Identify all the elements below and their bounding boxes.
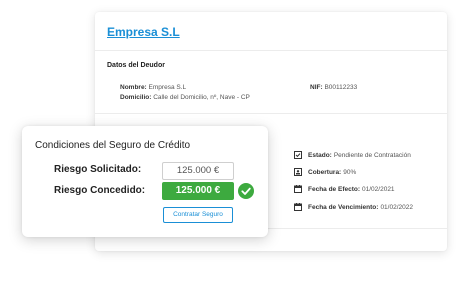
- effect-date-value: 01/02/2021: [362, 185, 395, 193]
- panel-title: Condiciones del Seguro de Crédito: [35, 140, 191, 151]
- company-link[interactable]: Empresa S.L: [107, 25, 180, 39]
- granted-risk-label: Riesgo Concedido:: [54, 185, 146, 196]
- status-item-estado: Estado: Pendiente de Contratación: [294, 151, 411, 159]
- debtor-name: Nombre: Empresa S.L: [120, 84, 186, 91]
- edit-check-icon: [294, 151, 302, 159]
- calendar-icon: [294, 185, 302, 193]
- coverage-value: 90%: [343, 168, 357, 176]
- nif-label: NIF:: [310, 84, 323, 91]
- address-label: Domicilio:: [120, 94, 152, 101]
- nif-value: B00112233: [324, 84, 358, 91]
- insurance-conditions-panel: Condiciones del Seguro de Crédito Riesgo…: [22, 126, 268, 237]
- shield-doc-icon: [294, 168, 302, 176]
- check-circle-icon: [238, 183, 254, 199]
- requested-risk-label: Riesgo Solicitado:: [54, 164, 142, 175]
- effect-date-label: Fecha de Efecto:: [308, 185, 361, 193]
- address-value: Calle del Domicilio, nº, Nave - CP: [153, 94, 250, 101]
- status-value: Pendiente de Contratación: [333, 151, 411, 159]
- name-label: Nombre:: [120, 84, 147, 91]
- expiry-date-value: 01/02/2022: [380, 203, 413, 211]
- status-item-efecto: Fecha de Efecto: 01/02/2021: [294, 185, 395, 193]
- coverage-label: Cobertura:: [308, 168, 342, 176]
- debtor-address: Domicilio: Calle del Domicilio, nº, Nave…: [120, 94, 250, 101]
- status-label: Estado:: [308, 151, 332, 159]
- expiry-date-label: Fecha de Vencimiento:: [308, 203, 379, 211]
- section-title: Datos del Deudor: [107, 62, 165, 69]
- contract-insurance-button[interactable]: Contratar Seguro: [163, 207, 233, 223]
- status-item-cobertura: Cobertura: 90%: [294, 168, 356, 176]
- granted-risk-value: 125.000 €: [162, 182, 234, 200]
- divider: [95, 50, 447, 51]
- name-value: Empresa S.L: [148, 84, 187, 91]
- debtor-nif: NIF: B00112233: [310, 84, 357, 91]
- divider: [95, 113, 447, 114]
- requested-risk-input[interactable]: 125.000 €: [162, 162, 234, 180]
- status-item-vencimiento: Fecha de Vencimiento: 01/02/2022: [294, 203, 413, 211]
- calendar-icon: [294, 203, 302, 211]
